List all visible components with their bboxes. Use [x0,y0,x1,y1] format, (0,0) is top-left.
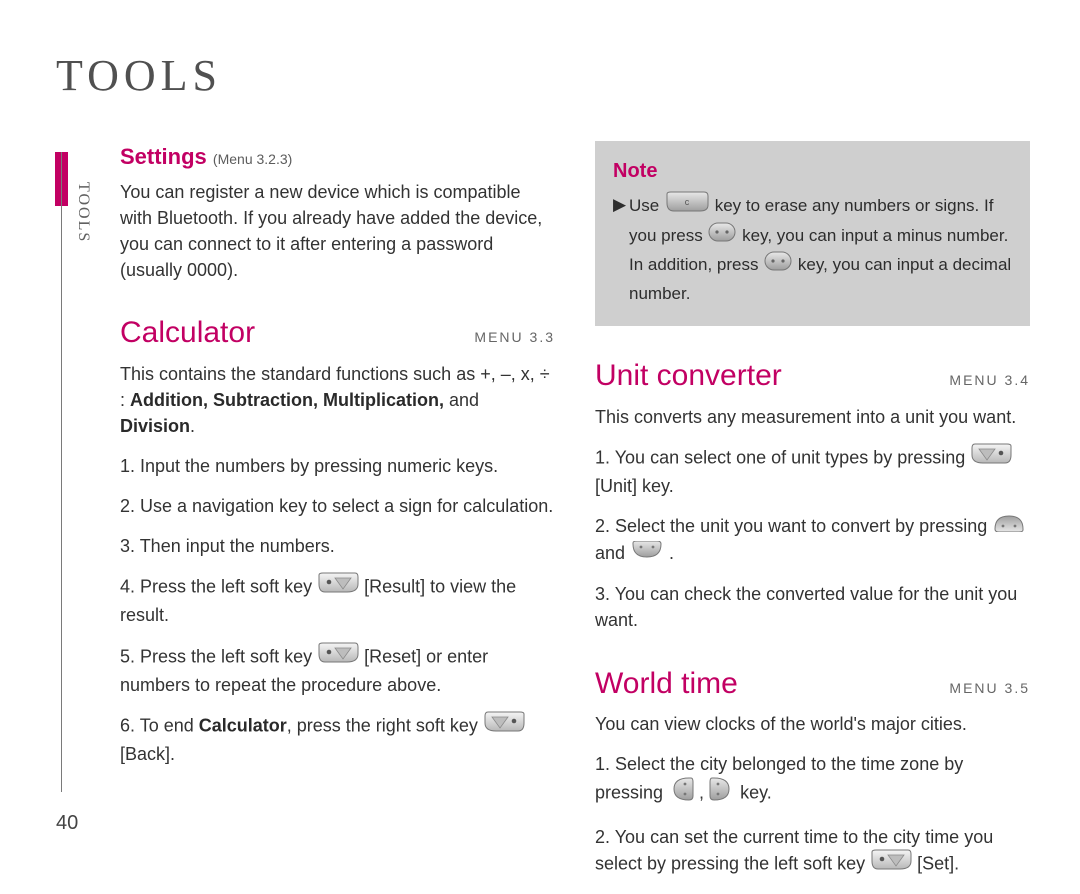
calc-s6a: 6. To end [120,715,199,735]
unit-s2b: and [595,543,630,563]
unit-step-3: 3. You can check the converted value for… [595,581,1030,633]
unit-menu-ref: MENU 3.4 [949,370,1030,390]
star-key-icon [707,221,737,251]
calc-s6c: [Back]. [120,744,175,764]
page-number: 40 [56,812,78,835]
clear-key-icon [664,191,710,221]
unit-intro: This converts any measurement into a uni… [595,404,1030,430]
unit-title: Unit converter [595,354,782,398]
right-soft-key-icon [483,711,525,740]
world-s1b: , [694,783,709,803]
left-soft-key-icon [317,642,359,671]
unit-heading: Unit converter MENU 3.4 [595,354,1030,398]
calculator-intro: This contains the standard functions suc… [120,361,555,439]
note-bullet-icon: ▶ [613,192,623,306]
calculator-title: Calculator [120,311,255,355]
world-s1c: key. [735,783,772,803]
calc-s6b: , press the right soft key [287,715,483,735]
world-menu-ref: MENU 3.5 [949,678,1030,698]
page-title: TOOLS [56,50,1030,101]
settings-body: You can register a new device which is c… [120,179,555,283]
calc-s4a: 4. Press the left soft key [120,577,317,597]
unit-s2a: 2. Select the unit you want to convert b… [595,516,992,536]
hash-key-icon [763,250,793,280]
calc-intro-bold: Addition, Subtraction, Multiplication, [130,390,444,410]
manual-page: TOOLS TOOLS 40 c [0,0,1080,863]
calc-s5a: 5. Press the left soft key [120,646,317,666]
side-label: TOOLS [74,182,92,243]
world-step-2: 2. You can set the current time to the c… [595,824,1030,879]
left-soft-key-icon [870,849,912,878]
calc-s6bold: Calculator [199,715,287,735]
world-title: World time [595,662,738,706]
settings-menu-ref: (Menu 3.2.3) [213,151,292,167]
nav-left-key-icon [668,776,694,809]
calculator-heading: Calculator MENU 3.3 [120,311,555,355]
left-soft-key-icon [317,572,359,601]
unit-s2c: . [664,543,674,563]
side-rule [61,152,62,792]
world-step-1: 1. Select the city belonged to the time … [595,751,1030,810]
unit-s1b: [Unit] key. [595,476,674,496]
note-text: Use key to erase any numbers or signs. I… [629,192,1012,306]
right-column: Note ▶ Use key to erase any numbers or s… [595,141,1030,894]
unit-s1a: 1. You can select one of unit types by p… [595,447,970,467]
unit-step-1: 1. You can select one of unit types by p… [595,444,1030,499]
calc-step-3: 3. Then input the numbers. [120,533,555,559]
nav-up-key-icon [992,513,1026,539]
world-heading: World time MENU 3.5 [595,662,1030,706]
settings-title: Settings [120,144,207,169]
note-a: Use [629,196,664,215]
calc-step-6: 6. To end Calculator, press the right so… [120,712,555,767]
calc-step-2: 2. Use a navigation key to select a sign… [120,493,555,519]
right-soft-key-icon [970,443,1012,472]
note-box: Note ▶ Use key to erase any numbers or s… [595,141,1030,326]
calc-intro-b: and [444,390,479,410]
left-column: Settings (Menu 3.2.3) You can register a… [120,141,555,894]
calc-step-1: 1. Input the numbers by pressing numeric… [120,453,555,479]
world-s1a: 1. Select the city belonged to the time … [595,754,963,802]
calc-intro-bold2: Division [120,416,190,436]
note-title: Note [613,157,1012,186]
note-body: ▶ Use key to erase any numbers or signs.… [613,192,1012,306]
calc-intro-c: . [190,416,195,436]
calc-step-4: 4. Press the left soft key [Result] to v… [120,573,555,628]
nav-right-key-icon [709,776,735,809]
settings-heading: Settings (Menu 3.2.3) [120,141,555,173]
calc-step-5: 5. Press the left soft key [Reset] or en… [120,643,555,698]
nav-down-key-icon [630,540,664,566]
world-intro: You can view clocks of the world's major… [595,711,1030,737]
world-s2b: [Set]. [912,854,959,874]
unit-step-2: 2. Select the unit you want to convert b… [595,513,1030,568]
calculator-menu-ref: MENU 3.3 [474,327,555,347]
